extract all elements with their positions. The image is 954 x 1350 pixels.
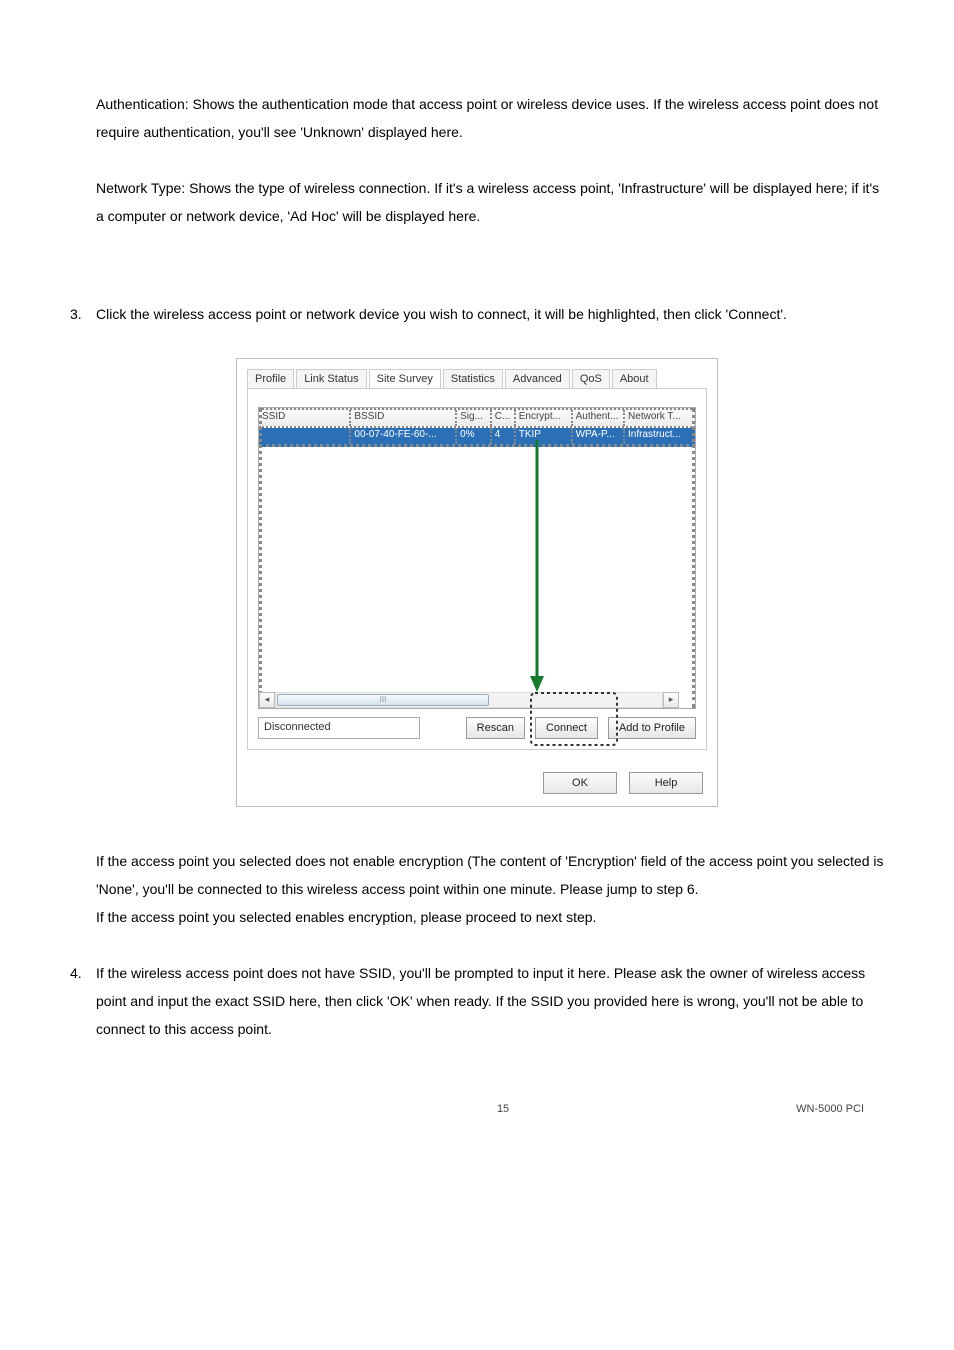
cell-auth: WPA-P... <box>573 428 625 444</box>
page-number: 15 <box>210 1103 796 1115</box>
tab-profile[interactable]: Profile <box>247 369 294 388</box>
step-3-number: 3. <box>70 300 96 328</box>
scroll-thumb[interactable]: III <box>277 694 489 706</box>
col-header-signal: Sig... <box>457 410 492 426</box>
col-header-ssid: SSID <box>259 410 351 426</box>
post-dialog-text-1: If the access point you selected does no… <box>96 847 884 903</box>
cell-network: Infrastruct... <box>625 428 695 444</box>
cell-encryption: TKIP <box>516 428 573 444</box>
survey-list[interactable]: SSID BSSID Sig... C... Encrypt... Authen… <box>258 407 696 709</box>
tab-statistics[interactable]: Statistics <box>443 369 503 388</box>
tab-site-survey[interactable]: Site Survey <box>369 369 441 388</box>
status-field: Disconnected <box>258 717 420 739</box>
para-network-type: Network Type: Shows the type of wireless… <box>96 174 884 230</box>
tab-link-status[interactable]: Link Status <box>296 369 366 388</box>
connect-button[interactable]: Connect <box>535 717 598 739</box>
step-4-number: 4. <box>70 959 96 1043</box>
table-row[interactable]: 00-07-40-FE-60-... 0% 4 TKIP WPA-P... In… <box>259 428 695 447</box>
add-to-profile-button[interactable]: Add to Profile <box>608 717 696 739</box>
tab-row: Profile Link Status Site Survey Statisti… <box>237 359 717 388</box>
ok-button[interactable]: OK <box>543 772 617 794</box>
para-authentication: Authentication: Shows the authentication… <box>96 90 884 146</box>
post-dialog-text-2: If the access point you selected enables… <box>96 903 884 931</box>
tab-advanced[interactable]: Advanced <box>505 369 570 388</box>
survey-header-row: SSID BSSID Sig... C... Encrypt... Authen… <box>259 408 695 428</box>
cell-channel: 4 <box>492 428 516 444</box>
col-header-channel: C... <box>492 410 516 426</box>
site-survey-dialog: Profile Link Status Site Survey Statisti… <box>236 358 718 807</box>
rescan-button[interactable]: Rescan <box>466 717 525 739</box>
cell-bssid: 00-07-40-FE-60-... <box>351 428 457 444</box>
step-3-text: Click the wireless access point or netwo… <box>96 300 884 328</box>
col-header-encryption: Encrypt... <box>516 410 573 426</box>
step-4-text: If the wireless access point does not ha… <box>96 959 884 1043</box>
footer-model: WN-5000 PCI <box>796 1103 864 1115</box>
help-button[interactable]: Help <box>629 772 703 794</box>
cell-ssid <box>259 428 351 444</box>
col-header-auth: Authent... <box>573 410 625 426</box>
annotation-arrow-down <box>527 440 547 700</box>
cell-signal: 0% <box>457 428 492 444</box>
tab-about[interactable]: About <box>612 369 657 388</box>
tab-qos[interactable]: QoS <box>572 369 610 388</box>
horizontal-scrollbar[interactable]: ◂ III ▸ <box>259 692 679 708</box>
col-header-bssid: BSSID <box>351 410 457 426</box>
col-header-network: Network T... <box>625 410 695 426</box>
scroll-left-button[interactable]: ◂ <box>259 692 275 708</box>
scroll-right-button[interactable]: ▸ <box>663 692 679 708</box>
